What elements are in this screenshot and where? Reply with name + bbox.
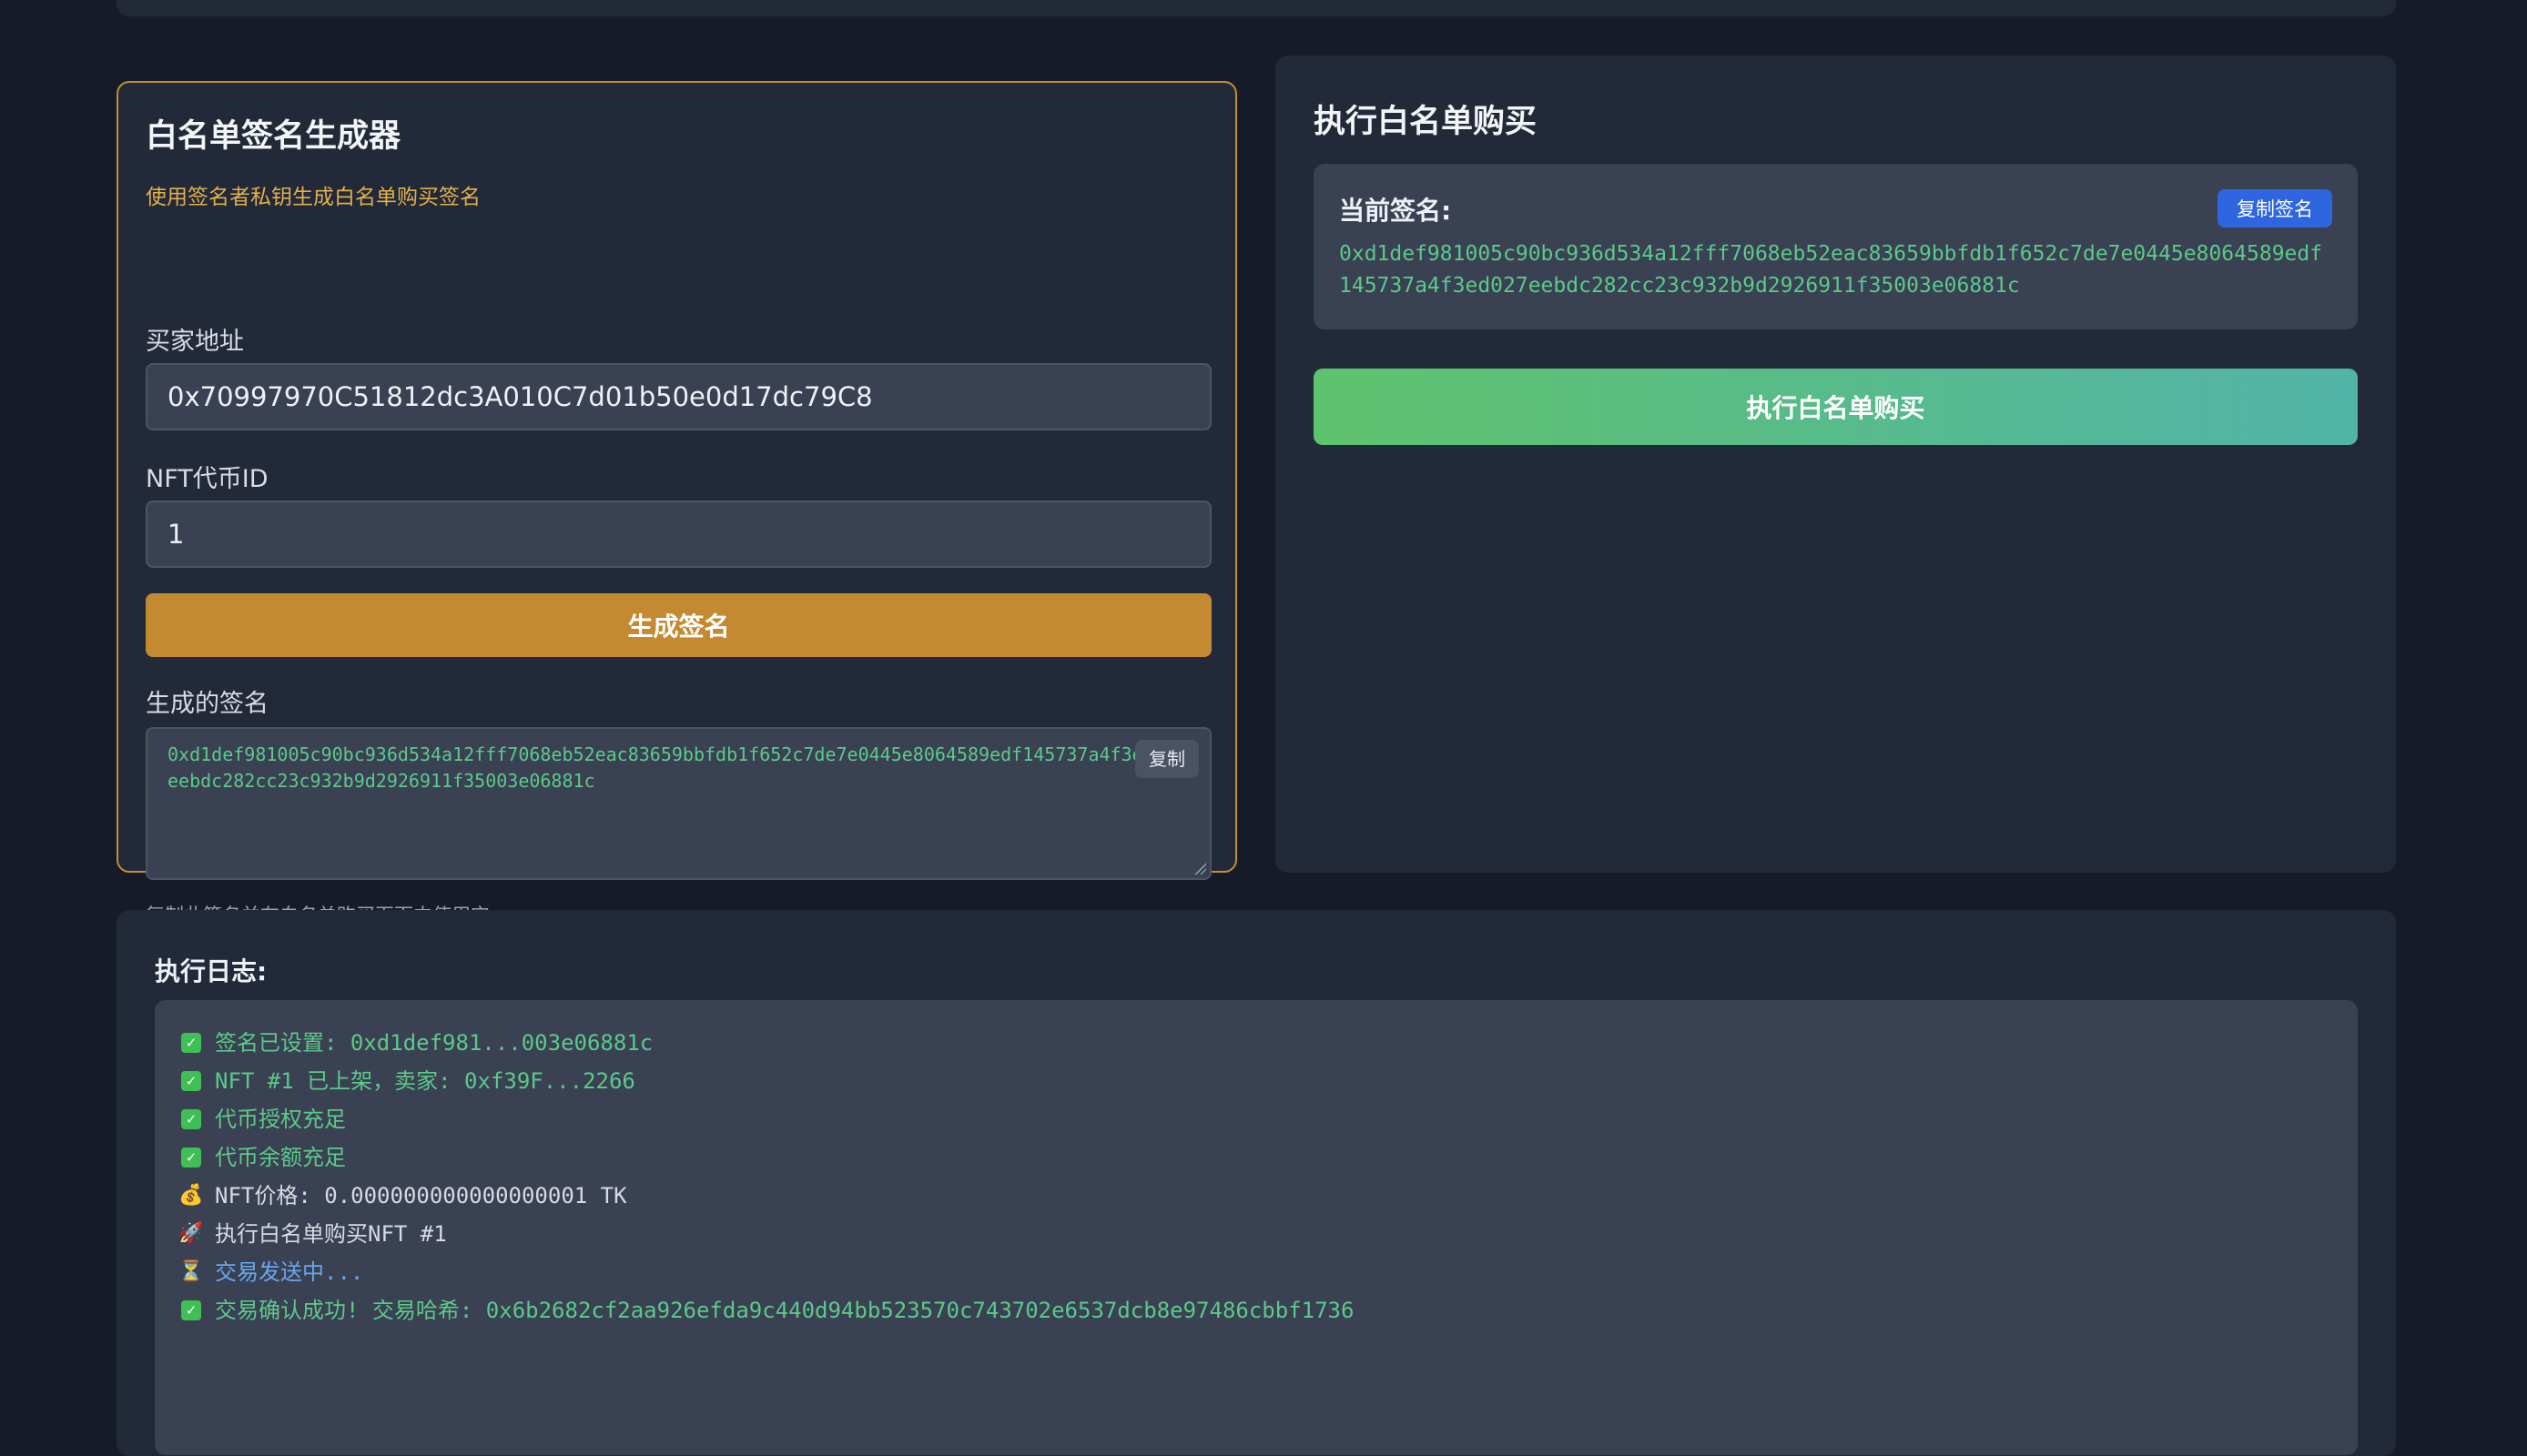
log-line: 💰 NFT价格: 0.000000000000000001 TK <box>178 1177 2332 1215</box>
check-icon: ✓ <box>180 1109 202 1129</box>
log-text: 交易确认成功! 交易哈希: 0x6b2682cf2aa926efda9c440d… <box>215 1298 1355 1323</box>
buyer-address-label: 买家地址 <box>146 328 244 356</box>
token-id-label: NFT代币ID <box>146 465 269 493</box>
current-signature-value: 0xd1def981005c90bc936d534a12fff7068eb52e… <box>1339 242 2323 298</box>
log-text: 代币授权充足 <box>215 1107 346 1132</box>
top-panel-edge <box>117 0 2396 16</box>
buyer-address-input[interactable]: 0x70997970C51812dc3A010C7d01b50e0d17dc79… <box>146 363 1212 430</box>
hourglass-icon: ⏳ <box>178 1260 204 1283</box>
check-icon: ✓ <box>180 1148 202 1168</box>
log-line: ⏳ 交易发送中... <box>178 1253 2332 1291</box>
copy-button[interactable]: 复制 <box>1135 740 1199 778</box>
log-text: NFT #1 已上架，卖家: 0xf39F...2266 <box>215 1068 635 1094</box>
token-id-input[interactable]: 1 <box>146 500 1212 568</box>
log-text: 执行白名单购买NFT #1 <box>215 1221 447 1247</box>
generate-signature-button[interactable]: 生成签名 <box>146 593 1212 657</box>
check-icon: ✓ <box>180 1071 202 1091</box>
generated-signature-textarea[interactable]: 0xd1def981005c90bc936d534a12fff7068eb52e… <box>146 727 1212 880</box>
copy-signature-button[interactable]: 复制签名 <box>2217 189 2332 228</box>
execute-whitelist-purchase-button[interactable]: 执行白名单购买 <box>1314 369 2358 445</box>
current-signature-label: 当前签名: <box>1339 196 1452 226</box>
generated-signature-text: 0xd1def981005c90bc936d534a12fff7068eb52e… <box>167 743 1187 792</box>
money-bag-icon: 💰 <box>178 1184 204 1207</box>
generator-title: 白名单签名生成器 <box>146 118 401 155</box>
log-line: ✓ 代币授权充足 <box>180 1100 2332 1138</box>
log-text: 交易发送中... <box>215 1259 364 1285</box>
resize-handle-icon[interactable] <box>1193 862 1206 875</box>
signature-generator-card: 白名单签名生成器 使用签名者私钥生成白名单购买签名 买家地址 0x7099797… <box>117 81 1237 926</box>
generator-subtitle: 使用签名者私钥生成白名单购买签名 <box>146 186 481 209</box>
log-text: 签名已设置: 0xd1def981...003e06881c <box>215 1030 654 1056</box>
log-output: ✓ 签名已设置: 0xd1def981...003e06881c ✓ NFT #1 已… <box>155 1000 2358 1455</box>
log-text: 代币余额充足 <box>215 1145 346 1170</box>
log-line: ✓ 交易确认成功! 交易哈希: 0x6b2682cf2aa926efda9c440… <box>180 1291 2332 1330</box>
whitelist-purchase-card: 执行白名单购买 当前签名: 复制签名 0xd1def981005c90bc936… <box>1275 56 2396 873</box>
log-text: NFT价格: 0.000000000000000001 TK <box>215 1183 627 1208</box>
current-signature-panel: 当前签名: 复制签名 0xd1def981005c90bc936d534a12f… <box>1314 164 2358 329</box>
log-title: 执行日志: <box>155 956 268 986</box>
log-line: ✓ NFT #1 已上架，卖家: 0xf39F...2266 <box>180 1062 2332 1100</box>
log-line: ✓ 代币余额充足 <box>180 1138 2332 1177</box>
rocket-icon: 🚀 <box>178 1222 204 1245</box>
log-line: 🚀 执行白名单购买NFT #1 <box>178 1215 2332 1253</box>
check-icon: ✓ <box>180 1033 202 1053</box>
log-line: ✓ 签名已设置: 0xd1def981...003e06881c <box>180 1024 2332 1062</box>
generated-signature-label: 生成的签名 <box>146 690 269 718</box>
purchase-title: 执行白名单购买 <box>1314 104 1538 140</box>
check-icon: ✓ <box>180 1300 202 1320</box>
execution-log-card: 执行日志: ✓ 签名已设置: 0xd1def981...003e06881c ✓ NF… <box>117 910 2396 1456</box>
